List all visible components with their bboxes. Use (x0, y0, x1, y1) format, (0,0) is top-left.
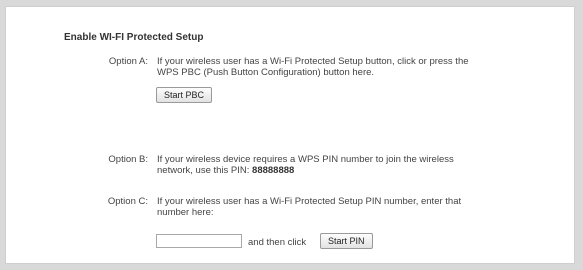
option-b-text-prefix: network, use this PIN: (157, 165, 253, 176)
option-b-text-line1: If your wireless device requires a WPS P… (157, 154, 454, 165)
option-b-label: Option B: (108, 154, 148, 165)
wps-pin-value: 88888888 (252, 165, 295, 176)
option-c-label: Option C: (107, 196, 148, 207)
option-b-text-line2: network, use this PIN: 88888888 (157, 165, 537, 176)
option-c-description: If your wireless user has a Wi-Fi Protec… (157, 196, 537, 218)
start-pin-button[interactable]: Start PIN (320, 233, 373, 249)
option-a-description: If your wireless user has a Wi-Fi Protec… (157, 56, 537, 78)
option-a-text-line1: If your wireless user has a Wi-Fi Protec… (157, 56, 469, 67)
option-b-description: If your wireless device requires a WPS P… (157, 154, 537, 176)
option-c-text-line2: number here: (157, 207, 214, 218)
option-c-text-line1: If your wireless user has a Wi-Fi Protec… (157, 196, 462, 207)
wps-panel (5, 6, 575, 264)
option-a-label: Option A: (108, 56, 148, 67)
then-click-text: and then click (248, 237, 307, 248)
option-a-text-line2: WPS PBC (Push Button Configuration) butt… (157, 67, 375, 78)
pin-input[interactable] (156, 234, 242, 248)
section-title: Enable WI-FI Protected Setup (64, 32, 204, 43)
start-pbc-button[interactable]: Start PBC (156, 87, 213, 103)
